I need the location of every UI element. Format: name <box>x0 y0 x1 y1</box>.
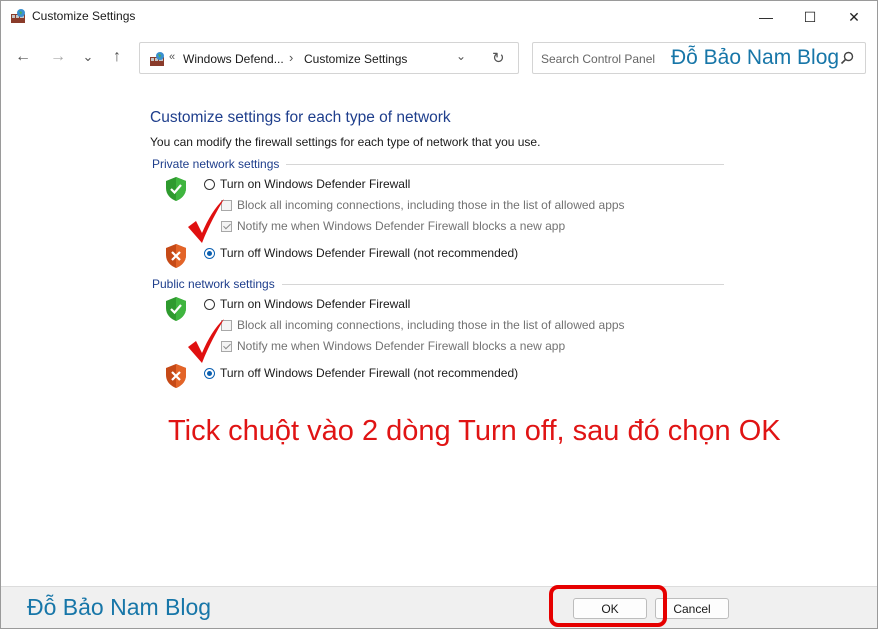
red-checkmark-annotation <box>188 319 224 363</box>
control-panel-icon <box>150 52 164 66</box>
search-placeholder[interactable]: Search Control Panel <box>541 52 655 66</box>
public-network-label: Public network settings <box>152 277 275 291</box>
public-turn-off-option[interactable]: Turn off Windows Defender Firewall (not … <box>204 366 518 380</box>
refresh-icon[interactable]: ↻ <box>492 49 505 67</box>
maximize-button[interactable]: ☐ <box>787 1 833 33</box>
private-turn-off-label[interactable]: Turn off Windows Defender Firewall (not … <box>220 246 518 260</box>
public-notify-option[interactable]: Notify me when Windows Defender Firewall… <box>221 339 565 353</box>
breadcrumb-customize-settings[interactable]: Customize Settings <box>304 52 407 66</box>
address-dropdown-icon[interactable]: ⌄ <box>456 49 466 63</box>
public-turn-off-label[interactable]: Turn off Windows Defender Firewall (not … <box>220 366 518 380</box>
dialog-footer: Đỗ Bảo Nam Blog OK Cancel <box>1 586 877 628</box>
back-icon[interactable]: ← <box>12 46 34 68</box>
instruction-annotation: Tick chuột vào 2 dòng Turn off, sau đó c… <box>168 415 781 447</box>
orange-shield-x-icon <box>166 244 186 268</box>
private-block-all-option[interactable]: Block all incoming connections, includin… <box>221 198 625 212</box>
private-turn-on-label[interactable]: Turn on Windows Defender Firewall <box>220 177 410 191</box>
blog-watermark: Đỗ Bảo Nam Blog <box>27 594 212 620</box>
private-divider <box>286 164 724 165</box>
control-panel-icon <box>11 9 25 23</box>
public-block-all-label[interactable]: Block all incoming connections, includin… <box>237 318 625 332</box>
search-icon[interactable] <box>839 50 855 66</box>
public-block-all-option[interactable]: Block all incoming connections, includin… <box>221 318 625 332</box>
public-turn-on-radio[interactable] <box>204 298 215 310</box>
page-description: You can modify the firewall settings for… <box>150 135 541 149</box>
blog-watermark: Đỗ Bảo Nam Blog <box>671 46 840 69</box>
private-turn-on-radio[interactable] <box>204 178 215 190</box>
title-bar[interactable]: Customize Settings — ☐ ✕ <box>1 1 877 33</box>
breadcrumb-separator-icon[interactable]: › <box>289 50 293 65</box>
private-network-label: Private network settings <box>152 157 280 171</box>
public-turn-on-label[interactable]: Turn on Windows Defender Firewall <box>220 297 410 311</box>
private-turn-on-option[interactable]: Turn on Windows Defender Firewall <box>204 177 410 191</box>
public-turn-off-radio[interactable] <box>204 367 215 379</box>
customize-settings-window: Customize Settings — ☐ ✕ ← → ⌄ ↑ « Windo… <box>0 0 878 629</box>
private-notify-label[interactable]: Notify me when Windows Defender Firewall… <box>237 219 565 233</box>
page-title: Customize settings for each type of netw… <box>150 109 451 126</box>
minimize-button[interactable]: — <box>743 1 789 33</box>
recent-locations-icon[interactable]: ⌄ <box>77 46 99 68</box>
forward-icon[interactable]: → <box>47 46 69 68</box>
overflow-chevron-icon[interactable]: « <box>169 51 175 63</box>
green-shield-icon <box>166 297 186 321</box>
private-turn-off-radio[interactable] <box>204 247 215 259</box>
window-title: Customize Settings <box>32 9 136 23</box>
public-turn-on-option[interactable]: Turn on Windows Defender Firewall <box>204 297 410 311</box>
public-divider <box>282 284 724 285</box>
green-shield-icon <box>166 177 186 201</box>
breadcrumb-windows-defender[interactable]: Windows Defend... <box>183 52 284 66</box>
search-box[interactable]: Search Control Panel Đỗ Bảo Nam Blog <box>532 42 866 74</box>
red-checkmark-annotation <box>188 199 224 243</box>
address-bar[interactable]: « Windows Defend... › Customize Settings… <box>139 42 519 74</box>
orange-shield-x-icon <box>166 364 186 388</box>
private-notify-option[interactable]: Notify me when Windows Defender Firewall… <box>221 219 565 233</box>
close-button[interactable]: ✕ <box>831 1 877 33</box>
up-icon[interactable]: ↑ <box>106 46 128 68</box>
private-block-all-label[interactable]: Block all incoming connections, includin… <box>237 198 625 212</box>
ok-highlight-annotation <box>549 585 667 627</box>
public-notify-label[interactable]: Notify me when Windows Defender Firewall… <box>237 339 565 353</box>
private-turn-off-option[interactable]: Turn off Windows Defender Firewall (not … <box>204 246 518 260</box>
